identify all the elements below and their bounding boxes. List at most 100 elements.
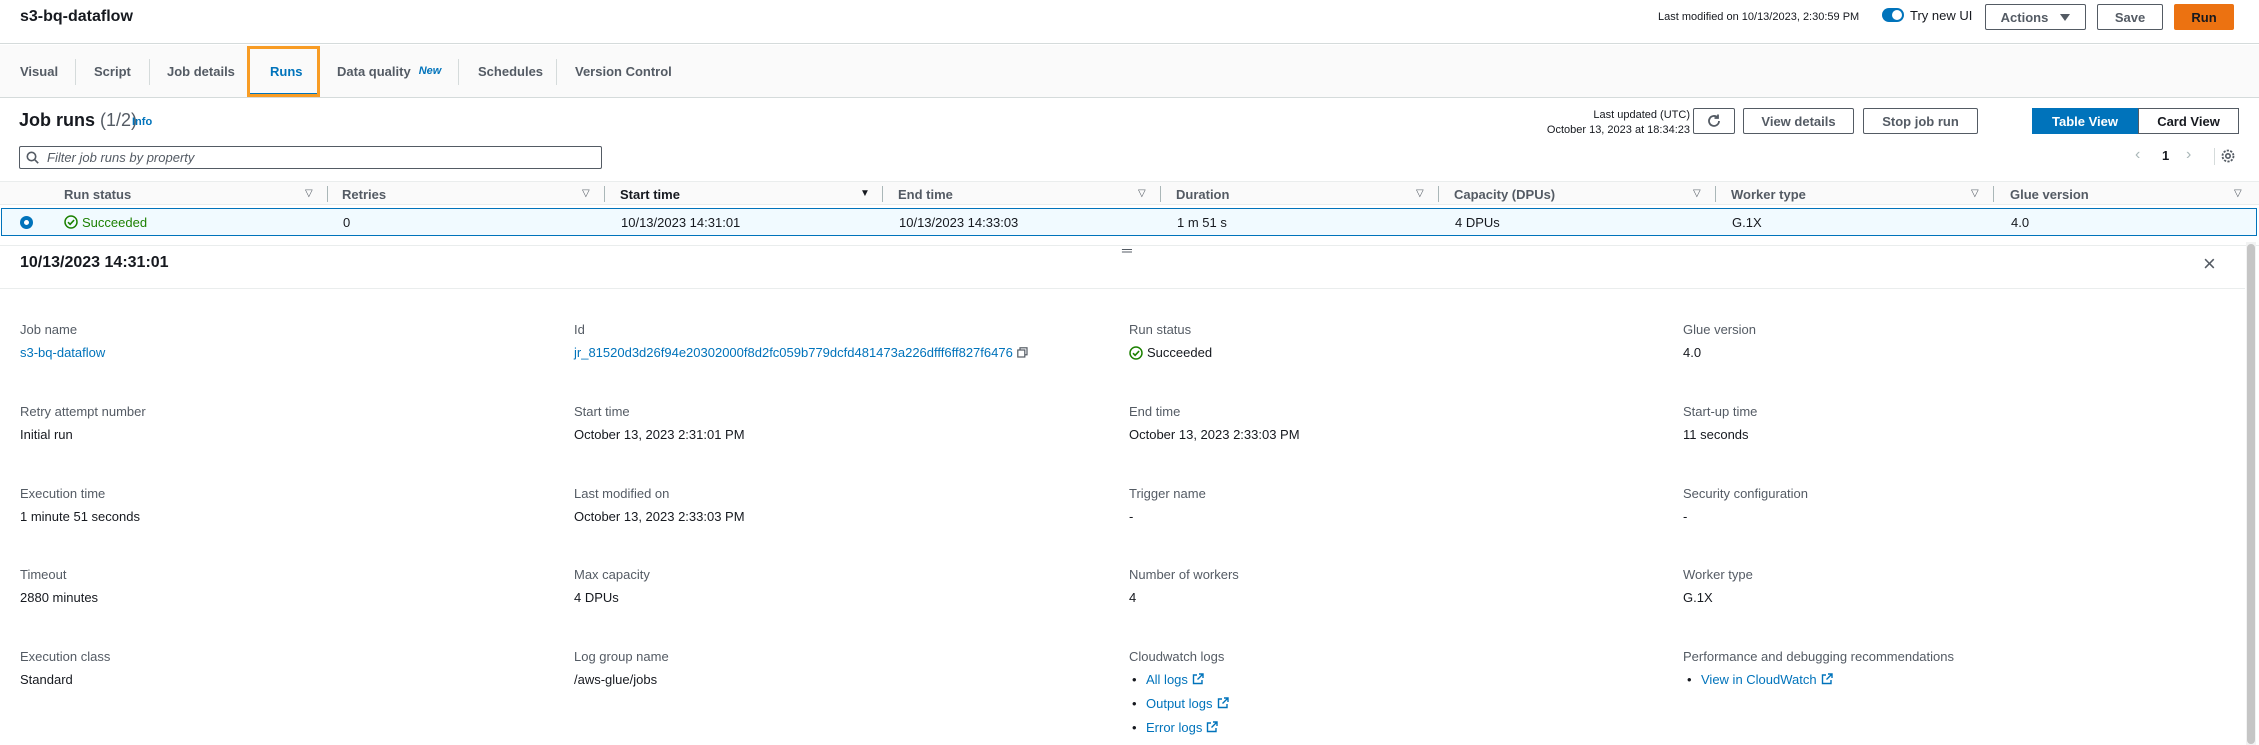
external-link-icon: [1192, 673, 1204, 685]
tab-script[interactable]: Script: [94, 45, 131, 97]
all-logs-link[interactable]: All logs: [1132, 672, 1204, 687]
last-updated-label: Last updated (UTC): [1593, 109, 1690, 121]
tab-highlight-box: [247, 46, 320, 97]
tab-data-quality-label: Data quality: [337, 63, 411, 79]
job-runs-heading: Job runs: [19, 110, 96, 130]
run-button[interactable]: Run: [2174, 4, 2234, 30]
column-resizer[interactable]: [1438, 186, 1439, 202]
view-in-cloudwatch-link[interactable]: View in CloudWatch: [1687, 672, 1833, 687]
run-status-text: Succeeded: [1147, 345, 1213, 360]
next-page-icon[interactable]: ›: [2186, 146, 2191, 164]
filter-input[interactable]: [47, 150, 587, 165]
sort-icon[interactable]: ▽: [305, 188, 313, 199]
error-logs-link[interactable]: Error logs: [1132, 720, 1219, 735]
row-status: Succeeded: [64, 209, 147, 235]
top-bar: s3-bq-dataflow Last modified on 10/13/20…: [0, 0, 2259, 44]
run-id-link[interactable]: jr_81520d3d26f94e20302000f8d2fc059b779dc…: [574, 345, 1013, 360]
column-resizer[interactable]: [604, 186, 605, 202]
worker-type-label: Worker type: [1683, 567, 1753, 582]
refresh-button[interactable]: [1693, 108, 1735, 134]
page-number[interactable]: 1: [2162, 148, 2169, 163]
log-group-value: /aws-glue/jobs: [574, 672, 658, 687]
column-resizer[interactable]: [1715, 186, 1716, 202]
close-icon[interactable]: ×: [2203, 251, 2216, 277]
start-time-label: Start time: [574, 404, 630, 419]
sort-icon[interactable]: ▽: [1138, 188, 1146, 199]
card-view-toggle[interactable]: Card View: [2138, 108, 2239, 134]
stop-job-run-button[interactable]: Stop job run: [1863, 108, 1978, 134]
job-runs-title: Job runs (1/2): [19, 110, 137, 131]
last-updated-value: October 13, 2023 at 18:34:23: [1546, 124, 1690, 136]
table-header: Run status ▽ Retries ▽ Start time ▼ End …: [0, 181, 2259, 205]
sort-desc-icon[interactable]: ▼: [860, 188, 870, 199]
table-view-toggle[interactable]: Table View: [2032, 108, 2138, 134]
exec-class-value: Standard: [20, 672, 73, 687]
glue-version-label: Glue version: [1683, 322, 1756, 337]
startup-time-value: 11 seconds: [1683, 427, 1749, 442]
info-link[interactable]: Info: [132, 116, 152, 128]
job-name-label: Job name: [20, 322, 78, 337]
all-logs-text: All logs: [1146, 672, 1188, 687]
column-resizer[interactable]: [882, 186, 883, 202]
run-status-label: Run status: [1129, 322, 1192, 337]
copy-icon[interactable]: [1017, 347, 1028, 358]
column-header-retries[interactable]: Retries: [342, 182, 386, 206]
scrollbar-thumb[interactable]: [2247, 244, 2255, 744]
tab-visual[interactable]: Visual: [20, 45, 58, 97]
row-capacity: 4 DPUs: [1455, 214, 1500, 230]
column-header-start-time[interactable]: Start time: [620, 182, 680, 206]
success-check-icon: [1129, 345, 1143, 360]
settings-gear-icon[interactable]: [2220, 148, 2236, 164]
exec-time-value: 1 minute 51 seconds: [20, 509, 140, 524]
tab-schedules[interactable]: Schedules: [478, 45, 543, 97]
save-button[interactable]: Save: [2097, 4, 2163, 30]
workers-value: 4: [1129, 590, 1137, 605]
row-radio-selected[interactable]: [20, 216, 33, 229]
row-duration: 1 m 51 s: [1177, 214, 1227, 230]
column-resizer[interactable]: [1993, 186, 1994, 202]
tab-divider: [75, 59, 76, 85]
row-end-time: 10/13/2023 14:33:03: [899, 214, 1019, 230]
resize-handle-icon[interactable]: ═: [1122, 242, 1132, 258]
glue-version-value: 4.0: [1683, 345, 1702, 360]
output-logs-link[interactable]: Output logs: [1132, 696, 1229, 711]
max-capacity-value: 4 DPUs: [574, 590, 619, 605]
column-resizer[interactable]: [1160, 186, 1161, 202]
column-header-run-status[interactable]: Run status: [64, 182, 131, 206]
sort-icon[interactable]: ▽: [1693, 188, 1701, 199]
external-link-icon: [1217, 697, 1229, 709]
actions-button[interactable]: Actions: [1985, 4, 2086, 30]
job-name-link[interactable]: s3-bq-dataflow: [20, 345, 105, 360]
row-status-text: Succeeded: [82, 214, 148, 230]
column-header-glue-version[interactable]: Glue version: [2010, 182, 2089, 206]
column-resizer[interactable]: [327, 186, 328, 202]
new-ui-toggle-label: Try new UI: [1910, 8, 1973, 23]
tab-job-details[interactable]: Job details: [167, 45, 235, 97]
view-details-button[interactable]: View details: [1743, 108, 1854, 134]
tab-data-quality[interactable]: Data quality New: [337, 45, 441, 97]
tab-divider: [556, 59, 557, 85]
job-title: s3-bq-dataflow: [20, 8, 133, 25]
tab-divider: [458, 59, 459, 85]
sort-icon[interactable]: ▽: [1971, 188, 1979, 199]
exec-time-label: Execution time: [20, 486, 106, 501]
tab-version-control[interactable]: Version Control: [575, 45, 672, 97]
start-time-value: October 13, 2023 2:31:01 PM: [574, 427, 745, 442]
column-header-duration[interactable]: Duration: [1176, 182, 1229, 206]
retry-label: Retry attempt number: [20, 404, 146, 419]
column-header-capacity[interactable]: Capacity (DPUs): [1454, 182, 1555, 206]
sort-icon[interactable]: ▽: [582, 188, 590, 199]
sort-icon[interactable]: ▽: [1416, 188, 1424, 199]
row-retries: 0: [343, 214, 351, 230]
exec-class-label: Execution class: [20, 649, 111, 664]
table-row[interactable]: Succeeded 0 10/13/2023 14:31:01 10/13/20…: [1, 208, 2257, 236]
last-modified-text: Last modified on 10/13/2023, 2:30:59 PM: [1658, 11, 1860, 23]
column-header-worker-type[interactable]: Worker type: [1731, 182, 1806, 206]
sort-icon[interactable]: ▽: [2234, 188, 2242, 199]
new-ui-toggle[interactable]: [1882, 8, 1904, 22]
new-badge: New: [418, 65, 442, 77]
prev-page-icon[interactable]: ‹: [2135, 146, 2140, 164]
actions-label: Actions: [2000, 9, 2049, 25]
log-group-label: Log group name: [574, 649, 669, 664]
column-header-end-time[interactable]: End time: [898, 182, 953, 206]
